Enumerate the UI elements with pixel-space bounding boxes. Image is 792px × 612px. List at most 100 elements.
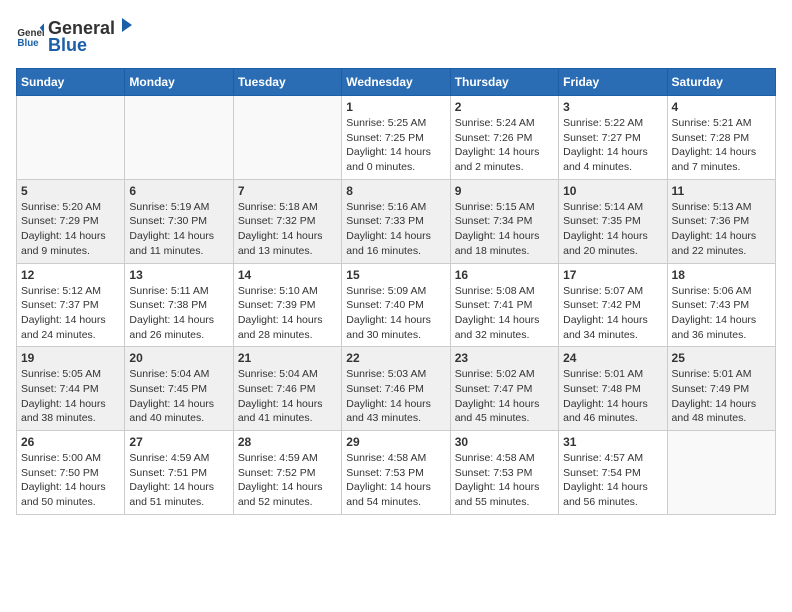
calendar-week-row: 19 Sunrise: 5:05 AM Sunset: 7:44 PM Dayli… xyxy=(17,347,776,431)
calendar-cell: 14 Sunrise: 5:10 AM Sunset: 7:39 PM Dayli… xyxy=(233,263,341,347)
day-info: Sunrise: 5:22 AM Sunset: 7:27 PM Dayligh… xyxy=(563,116,662,175)
day-info: Sunrise: 5:05 AM Sunset: 7:44 PM Dayligh… xyxy=(21,367,120,426)
day-info: Sunrise: 5:01 AM Sunset: 7:49 PM Dayligh… xyxy=(672,367,771,426)
calendar-cell xyxy=(667,431,775,515)
day-number: 4 xyxy=(672,100,771,114)
calendar-cell: 8 Sunrise: 5:16 AM Sunset: 7:33 PM Daylig… xyxy=(342,179,450,263)
day-info: Sunrise: 5:14 AM Sunset: 7:35 PM Dayligh… xyxy=(563,200,662,259)
calendar-cell: 26Sunrise: 5:00 AM Sunset: 7:50 PM Dayli… xyxy=(17,431,125,515)
day-number: 25 xyxy=(672,351,771,365)
day-info: Sunrise: 5:03 AM Sunset: 7:46 PM Dayligh… xyxy=(346,367,445,426)
day-info: Sunrise: 5:01 AM Sunset: 7:48 PM Dayligh… xyxy=(563,367,662,426)
calendar-header-wednesday: Wednesday xyxy=(342,69,450,96)
day-info: Sunrise: 4:58 AM Sunset: 7:53 PM Dayligh… xyxy=(346,451,445,510)
calendar-cell: 6Sunrise: 5:19 AM Sunset: 7:30 PM Daylig… xyxy=(125,179,233,263)
day-info: Sunrise: 5:13 AM Sunset: 7:36 PM Dayligh… xyxy=(672,200,771,259)
calendar-header-friday: Friday xyxy=(559,69,667,96)
calendar-cell: 23 Sunrise: 5:02 AM Sunset: 7:47 PM Dayli… xyxy=(450,347,558,431)
calendar-cell: 11 Sunrise: 5:13 AM Sunset: 7:36 PM Dayli… xyxy=(667,179,775,263)
calendar-cell: 16 Sunrise: 5:08 AM Sunset: 7:41 PM Dayli… xyxy=(450,263,558,347)
calendar-cell xyxy=(125,96,233,180)
calendar-cell: 7 Sunrise: 5:18 AM Sunset: 7:32 PM Daylig… xyxy=(233,179,341,263)
day-info: Sunrise: 5:10 AM Sunset: 7:39 PM Dayligh… xyxy=(238,284,337,343)
calendar-cell: 13Sunrise: 5:11 AM Sunset: 7:38 PM Dayli… xyxy=(125,263,233,347)
day-number: 10 xyxy=(563,184,662,198)
day-number: 5 xyxy=(21,184,120,198)
calendar-header-monday: Monday xyxy=(125,69,233,96)
calendar-header-sunday: Sunday xyxy=(17,69,125,96)
calendar-cell: 3 Sunrise: 5:22 AM Sunset: 7:27 PM Daylig… xyxy=(559,96,667,180)
calendar-header-thursday: Thursday xyxy=(450,69,558,96)
calendar-cell: 9Sunrise: 5:15 AM Sunset: 7:34 PM Daylig… xyxy=(450,179,558,263)
calendar-cell: 21Sunrise: 5:04 AM Sunset: 7:46 PM Dayli… xyxy=(233,347,341,431)
day-info: Sunrise: 5:06 AM Sunset: 7:43 PM Dayligh… xyxy=(672,284,771,343)
day-number: 29 xyxy=(346,435,445,449)
day-info: Sunrise: 5:21 AM Sunset: 7:28 PM Dayligh… xyxy=(672,116,771,175)
day-info: Sunrise: 5:12 AM Sunset: 7:37 PM Dayligh… xyxy=(21,284,120,343)
calendar-cell: 30 Sunrise: 4:58 AM Sunset: 7:53 PM Dayli… xyxy=(450,431,558,515)
day-info: Sunrise: 5:07 AM Sunset: 7:42 PM Dayligh… xyxy=(563,284,662,343)
day-number: 20 xyxy=(129,351,228,365)
day-number: 31 xyxy=(563,435,662,449)
calendar-week-row: 26Sunrise: 5:00 AM Sunset: 7:50 PM Dayli… xyxy=(17,431,776,515)
calendar-week-row: 12 Sunrise: 5:12 AM Sunset: 7:37 PM Dayli… xyxy=(17,263,776,347)
day-number: 28 xyxy=(238,435,337,449)
calendar-week-row: 1 Sunrise: 5:25 AM Sunset: 7:25 PM Daylig… xyxy=(17,96,776,180)
day-info: Sunrise: 4:57 AM Sunset: 7:54 PM Dayligh… xyxy=(563,451,662,510)
day-info: Sunrise: 5:24 AM Sunset: 7:26 PM Dayligh… xyxy=(455,116,554,175)
day-info: Sunrise: 5:11 AM Sunset: 7:38 PM Dayligh… xyxy=(129,284,228,343)
day-info: Sunrise: 5:09 AM Sunset: 7:40 PM Dayligh… xyxy=(346,284,445,343)
calendar-cell: 5 Sunrise: 5:20 AM Sunset: 7:29 PM Daylig… xyxy=(17,179,125,263)
calendar-cell: 18 Sunrise: 5:06 AM Sunset: 7:43 PM Dayli… xyxy=(667,263,775,347)
day-number: 11 xyxy=(672,184,771,198)
day-number: 24 xyxy=(563,351,662,365)
day-info: Sunrise: 5:04 AM Sunset: 7:45 PM Dayligh… xyxy=(129,367,228,426)
calendar-header-tuesday: Tuesday xyxy=(233,69,341,96)
calendar-cell: 31 Sunrise: 4:57 AM Sunset: 7:54 PM Dayli… xyxy=(559,431,667,515)
calendar-cell: 15 Sunrise: 5:09 AM Sunset: 7:40 PM Dayli… xyxy=(342,263,450,347)
calendar-cell: 22 Sunrise: 5:03 AM Sunset: 7:46 PM Dayli… xyxy=(342,347,450,431)
calendar-cell xyxy=(17,96,125,180)
calendar-cell: 12 Sunrise: 5:12 AM Sunset: 7:37 PM Dayli… xyxy=(17,263,125,347)
calendar-cell: 24 Sunrise: 5:01 AM Sunset: 7:48 PM Dayli… xyxy=(559,347,667,431)
day-info: Sunrise: 5:25 AM Sunset: 7:25 PM Dayligh… xyxy=(346,116,445,175)
calendar-cell: 4 Sunrise: 5:21 AM Sunset: 7:28 PM Daylig… xyxy=(667,96,775,180)
day-number: 18 xyxy=(672,268,771,282)
calendar-cell: 25 Sunrise: 5:01 AM Sunset: 7:49 PM Dayli… xyxy=(667,347,775,431)
logo-arrow-icon xyxy=(116,16,134,34)
calendar-cell: 10 Sunrise: 5:14 AM Sunset: 7:35 PM Dayli… xyxy=(559,179,667,263)
calendar-cell: 2Sunrise: 5:24 AM Sunset: 7:26 PM Daylig… xyxy=(450,96,558,180)
day-number: 30 xyxy=(455,435,554,449)
day-info: Sunrise: 4:58 AM Sunset: 7:53 PM Dayligh… xyxy=(455,451,554,510)
day-info: Sunrise: 5:20 AM Sunset: 7:29 PM Dayligh… xyxy=(21,200,120,259)
day-number: 15 xyxy=(346,268,445,282)
day-number: 23 xyxy=(455,351,554,365)
day-info: Sunrise: 4:59 AM Sunset: 7:52 PM Dayligh… xyxy=(238,451,337,510)
calendar-cell: 20 Sunrise: 5:04 AM Sunset: 7:45 PM Dayli… xyxy=(125,347,233,431)
day-info: Sunrise: 5:02 AM Sunset: 7:47 PM Dayligh… xyxy=(455,367,554,426)
day-number: 1 xyxy=(346,100,445,114)
day-number: 3 xyxy=(563,100,662,114)
day-number: 12 xyxy=(21,268,120,282)
day-number: 22 xyxy=(346,351,445,365)
calendar-cell: 28 Sunrise: 4:59 AM Sunset: 7:52 PM Dayli… xyxy=(233,431,341,515)
day-info: Sunrise: 5:00 AM Sunset: 7:50 PM Dayligh… xyxy=(21,451,120,510)
day-number: 27 xyxy=(129,435,228,449)
day-info: Sunrise: 5:08 AM Sunset: 7:41 PM Dayligh… xyxy=(455,284,554,343)
day-number: 7 xyxy=(238,184,337,198)
day-number: 16 xyxy=(455,268,554,282)
day-number: 14 xyxy=(238,268,337,282)
day-info: Sunrise: 5:04 AM Sunset: 7:46 PM Dayligh… xyxy=(238,367,337,426)
calendar-header-saturday: Saturday xyxy=(667,69,775,96)
day-number: 19 xyxy=(21,351,120,365)
day-info: Sunrise: 5:18 AM Sunset: 7:32 PM Dayligh… xyxy=(238,200,337,259)
day-number: 9 xyxy=(455,184,554,198)
page-header: General Blue General Blue xyxy=(16,16,776,56)
day-number: 8 xyxy=(346,184,445,198)
calendar-cell: 17Sunrise: 5:07 AM Sunset: 7:42 PM Dayli… xyxy=(559,263,667,347)
calendar-header-row: SundayMondayTuesdayWednesdayThursdayFrid… xyxy=(17,69,776,96)
calendar-week-row: 5 Sunrise: 5:20 AM Sunset: 7:29 PM Daylig… xyxy=(17,179,776,263)
calendar-cell: 29 Sunrise: 4:58 AM Sunset: 7:53 PM Dayli… xyxy=(342,431,450,515)
day-info: Sunrise: 5:16 AM Sunset: 7:33 PM Dayligh… xyxy=(346,200,445,259)
calendar-cell: 27Sunrise: 4:59 AM Sunset: 7:51 PM Dayli… xyxy=(125,431,233,515)
